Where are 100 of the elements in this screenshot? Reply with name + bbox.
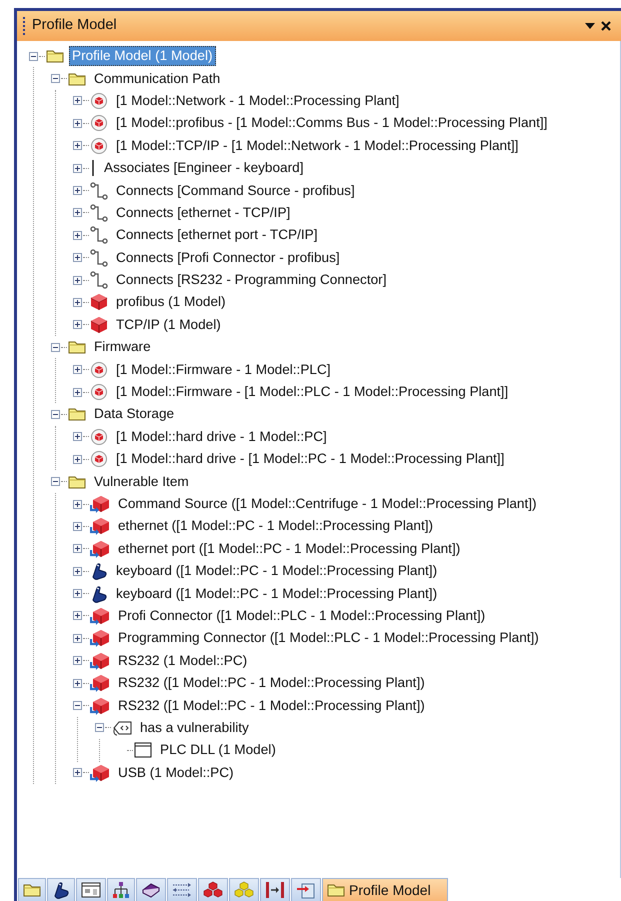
expand-toggle[interactable] [73, 678, 82, 688]
expand-toggle[interactable] [73, 298, 82, 307]
panel-tab[interactable] [136, 878, 166, 901]
cubes-icon [234, 881, 254, 899]
connector-icon [90, 226, 108, 244]
tree-item[interactable]: TCP/IP (1 Model) [113, 314, 224, 335]
tree-item[interactable]: Programming Connector ([1 Model::PLC - 1 Model::Processing Plant]) [115, 628, 542, 648]
collapse-toggle[interactable] [51, 410, 60, 419]
tree-item[interactable]: [1 Model::Network - 1 Model::Processing Plant] [113, 90, 402, 111]
expand-toggle[interactable] [73, 164, 82, 173]
expand-toggle[interactable] [73, 96, 82, 106]
tree-item[interactable]: [1 Model::profibus - [1 Model::Comms Bus - 1 Model::Processing Plant]] [113, 113, 550, 134]
tree-item[interactable]: [1 Model::hard drive - 1 Model::PC] [113, 426, 330, 447]
relation-icon [90, 136, 108, 155]
tree-item[interactable]: keyboard ([1 Model::PC - 1 Model::Processing Plant]) [113, 561, 440, 582]
arrows-icon [172, 882, 192, 898]
cube-arrow-icon [90, 495, 110, 513]
tree-item[interactable]: Communication Path [91, 68, 224, 89]
tree-item[interactable]: ethernet ([1 Model::PC - 1 Model::Processing Plant]) [115, 516, 436, 536]
tree-item[interactable]: profibus (1 Model) [113, 292, 229, 312]
expand-toggle[interactable] [73, 500, 82, 508]
expand-toggle[interactable] [73, 276, 82, 285]
cube-arrow-icon [90, 652, 110, 670]
expand-toggle[interactable] [73, 454, 82, 464]
expand-toggle[interactable] [73, 320, 82, 330]
connector-icon [90, 204, 108, 222]
expand-toggle[interactable] [73, 656, 82, 666]
expand-toggle[interactable] [73, 589, 82, 598]
expand-toggle[interactable] [73, 544, 82, 554]
tree-item[interactable]: Connects [RS232 - Programming Connector] [113, 270, 390, 290]
cube-arrow-icon [90, 764, 110, 782]
expand-toggle[interactable] [73, 768, 82, 778]
tree-item[interactable]: Profi Connector ([1 Model::PLC - 1 Model::Processing Plant]) [115, 606, 488, 626]
panel-tab[interactable] [198, 878, 228, 901]
collapse-toggle[interactable] [51, 342, 60, 352]
folder-icon [68, 474, 86, 489]
expand-toggle[interactable] [73, 365, 82, 374]
collapse-toggle[interactable] [51, 74, 60, 84]
hand-icon [90, 562, 108, 580]
relation-icon [90, 92, 108, 110]
tree-item[interactable]: Connects [Command Source - profibus] [113, 180, 358, 201]
expand-toggle[interactable] [73, 611, 82, 620]
close-icon[interactable] [601, 21, 611, 31]
tree-item[interactable]: has a vulnerability [137, 718, 252, 738]
tree-item[interactable]: Connects [Profi Connector - profibus] [113, 248, 343, 268]
tree-item[interactable]: Associates [Engineer - keyboard] [101, 158, 306, 178]
panel-tab[interactable] [76, 878, 106, 901]
tree-item[interactable]: PLC DLL (1 Model) [157, 740, 279, 760]
window-title: Profile Model [32, 16, 118, 36]
expand-toggle[interactable] [73, 253, 82, 262]
cube-arrow-icon [90, 606, 110, 625]
tree-item[interactable]: keyboard ([1 Model::PC - 1 Model::Processing Plant]) [113, 584, 440, 604]
cube-icon [90, 293, 108, 312]
tree-item[interactable]: [1 Model::Firmware - [1 Model::PLC - 1 Model::Processing Plant]] [113, 382, 512, 402]
tree-item[interactable]: ethernet port ([1 Model::PC - 1 Model::Processing Plant]) [115, 538, 464, 559]
cube-icon [90, 316, 108, 334]
expand-toggle[interactable] [73, 118, 82, 128]
tree-item[interactable]: [1 Model::hard drive - [1 Model::PC - 1 Model::Processing Plant]] [113, 449, 508, 470]
panel-tab[interactable] [47, 878, 75, 901]
collapse-toggle[interactable] [73, 701, 82, 710]
dropdown-arrow-icon[interactable] [585, 23, 595, 29]
folder-icon [46, 49, 64, 64]
import-icon [296, 881, 316, 899]
tree-item[interactable]: RS232 (1 Model::PC) [115, 650, 250, 671]
grip-icon[interactable] [23, 17, 26, 35]
book-icon [141, 882, 161, 898]
tree-item[interactable]: USB (1 Model::PC) [115, 762, 237, 783]
tree-item[interactable]: Firmware [91, 337, 154, 358]
collapse-toggle[interactable] [95, 723, 104, 732]
expand-toggle[interactable] [73, 522, 82, 531]
tree-item[interactable]: Data Storage [91, 404, 178, 424]
panel-tab[interactable]: Profile Model [322, 878, 448, 901]
folder-icon [68, 340, 86, 354]
cube-arrow-icon [90, 696, 110, 715]
expand-toggle[interactable] [73, 432, 82, 442]
window-icon [134, 742, 152, 758]
expand-toggle[interactable] [73, 230, 82, 240]
cube-arrow-icon [90, 540, 110, 558]
tree-item[interactable]: Connects [ethernet port - TCP/IP] [113, 225, 320, 246]
collapse-toggle[interactable] [29, 52, 38, 61]
expand-toggle[interactable] [73, 634, 82, 643]
expand-toggle[interactable] [73, 186, 82, 196]
tree-item[interactable]: Connects [ethernet - TCP/IP] [113, 202, 294, 223]
tree-item[interactable]: Vulnerable Item [91, 472, 192, 492]
hierarchy-icon [112, 881, 130, 899]
expand-toggle[interactable] [73, 566, 82, 576]
relation-icon [90, 450, 108, 468]
tree-item[interactable]: [1 Model::Firmware - 1 Model::PLC] [113, 360, 334, 380]
tree-item[interactable]: [1 Model::TCP/IP - [1 Model::Network - 1 Model::Processing Plant]] [113, 136, 522, 156]
tree-item[interactable]: RS232 ([1 Model::PC - 1 Model::Processing Plant]) [115, 696, 428, 716]
expand-toggle[interactable] [73, 141, 82, 150]
folder-icon [327, 883, 345, 897]
tree-item[interactable]: RS232 ([1 Model::PC - 1 Model::Processing Plant]) [115, 673, 428, 694]
tree-item[interactable]: Command Source ([1 Model::Centrifuge - 1 Model::Processing Plant]) [115, 494, 540, 514]
panel-tab[interactable] [107, 878, 135, 901]
collapse-toggle[interactable] [51, 477, 60, 486]
expand-toggle[interactable] [73, 208, 82, 218]
expand-toggle[interactable] [73, 388, 82, 397]
folder-icon [68, 407, 86, 422]
folder-icon [68, 72, 86, 86]
